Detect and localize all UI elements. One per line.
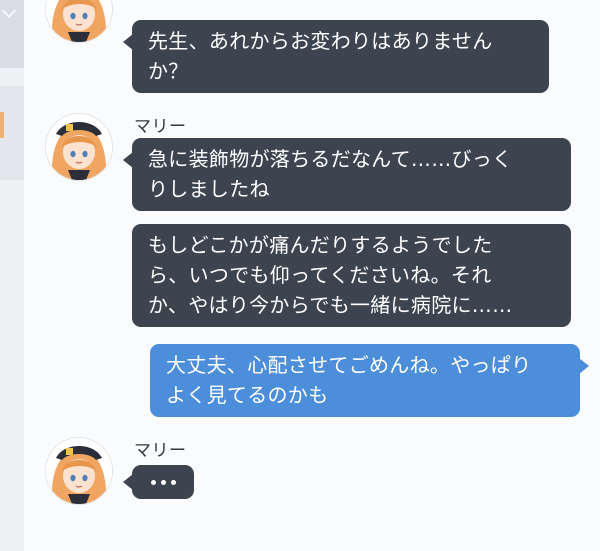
avatar <box>46 0 112 42</box>
typing-dot <box>170 479 176 485</box>
typing-dot <box>160 479 166 485</box>
student-avatar-icon <box>46 114 112 180</box>
avatar <box>46 114 112 180</box>
sidebar-accent-bar <box>0 112 4 138</box>
student-avatar-icon <box>46 0 112 42</box>
message-bubble: 先生、あれからお変わりはありません か？ <box>123 20 549 93</box>
reply-bubble: 大丈夫、心配させてごめんね。やっぱり よく見てるのかも <box>150 344 589 417</box>
sidebar-strip <box>0 0 25 551</box>
message-bubble: もしどこかが痛んだりするようでした ら、いつでも仰ってくださいね。それ か、やは… <box>132 224 571 327</box>
message-bubble: 急に装飾物が落ちるだなんて……びっく りしましたね <box>123 138 571 211</box>
avatar <box>46 438 112 504</box>
typing-dot <box>150 479 156 485</box>
sender-name: マリー <box>134 441 187 461</box>
student-avatar-icon <box>46 438 112 504</box>
sender-name: マリー <box>134 117 187 137</box>
chat-panel: 先生、あれからお変わりはありません か？ マリー 急に装飾物が落ちるだなんて……… <box>24 0 600 551</box>
typing-indicator <box>123 465 194 499</box>
